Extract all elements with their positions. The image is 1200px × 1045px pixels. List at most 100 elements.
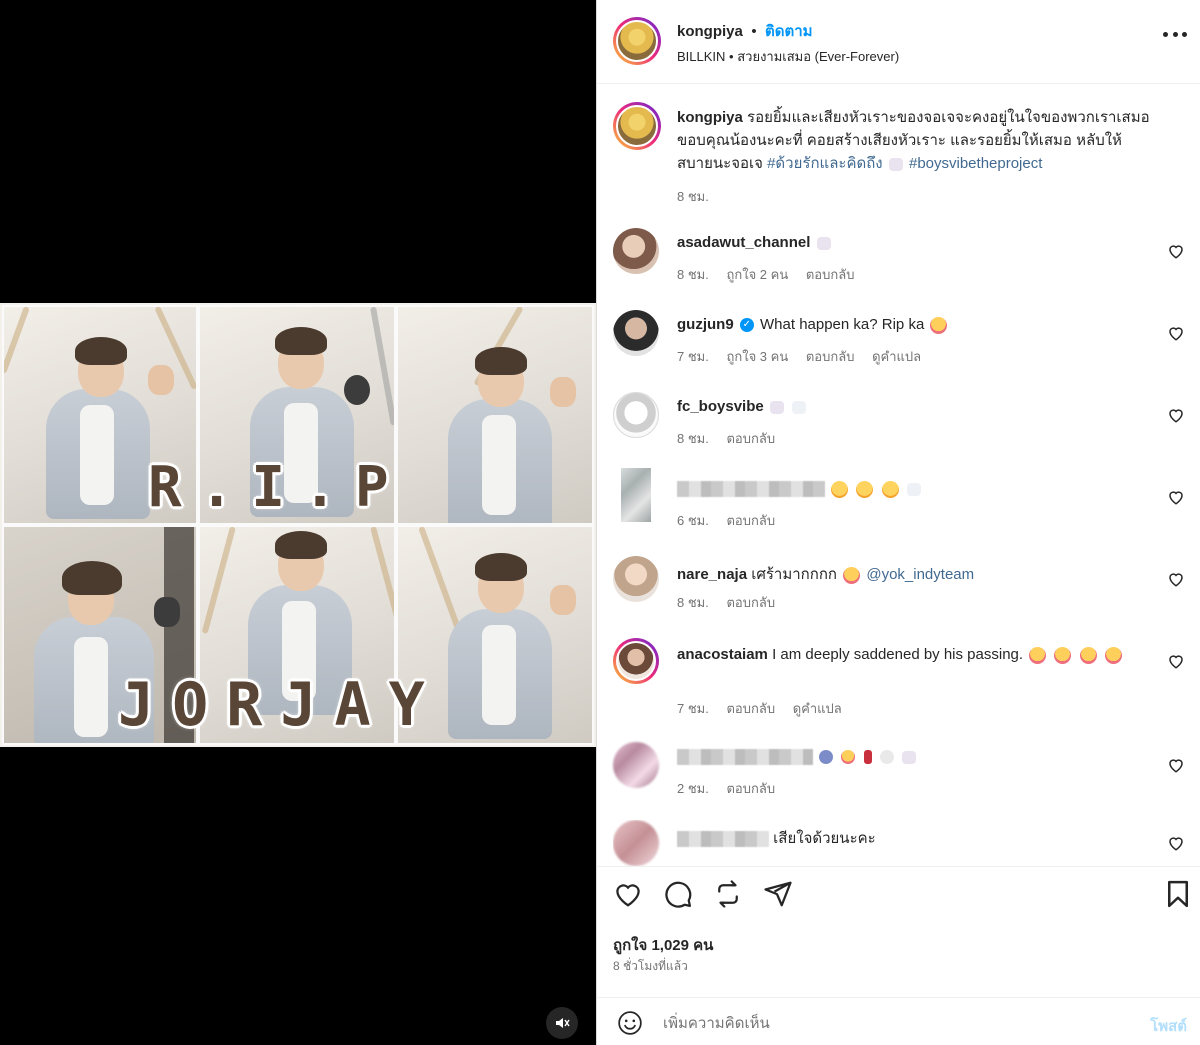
audio-artist: BILLKIN	[677, 49, 726, 64]
commenter-avatar[interactable]	[613, 820, 659, 866]
commenter-avatar[interactable]	[613, 556, 659, 602]
verified-badge-icon: ✓	[739, 318, 754, 333]
white-heart-emoji-icon	[816, 236, 831, 250]
commenter-username[interactable]: anacostaiam	[677, 646, 768, 663]
reply-button[interactable]: ตอบกลับ	[806, 267, 855, 282]
photo-tile	[396, 305, 594, 525]
comment-line: เสียใจด้วยนะคะ	[677, 826, 876, 850]
comment-item: fc_boysvibe 8 ชม. ตอบกลับ	[613, 392, 1185, 462]
white-heart-emoji-icon	[888, 157, 903, 171]
blurred-username	[677, 831, 769, 848]
author-avatar[interactable]	[613, 17, 661, 65]
like-comment-heart-icon[interactable]	[1167, 652, 1185, 670]
separator-dot: •	[751, 23, 757, 40]
commenter-avatar[interactable]	[613, 742, 659, 788]
commenter-avatar[interactable]	[621, 468, 651, 522]
post-timestamp: 8 ชั่วโมงที่แล้ว	[613, 959, 688, 973]
commenter-username[interactable]: nare_naja	[677, 566, 747, 583]
commenter-avatar[interactable]	[613, 228, 659, 274]
comment-composer: โพสต์	[597, 997, 1200, 1045]
share-send-icon[interactable]	[763, 879, 793, 909]
reply-button[interactable]: ตอบกลับ	[726, 701, 775, 716]
like-comment-heart-icon[interactable]	[1167, 324, 1185, 342]
see-translation-button[interactable]: ดูคำแปล	[793, 701, 842, 716]
speaker-muted-icon[interactable]	[546, 1007, 578, 1039]
comment-line: guzjun9 ✓ What happen ka? Rip ka	[677, 316, 949, 334]
add-comment-input[interactable]	[663, 1010, 1103, 1036]
comment-text: What happen ka? Rip ka	[760, 316, 925, 333]
comment-time: 6 ชม.	[677, 513, 709, 528]
like-comment-heart-icon[interactable]	[1167, 756, 1185, 774]
comment-likes[interactable]: ถูกใจ 3 คน	[726, 349, 788, 364]
caption-username[interactable]: kongpiya	[677, 109, 743, 126]
audio-separator: •	[729, 49, 734, 64]
hashtag-link[interactable]: #ด้วยรักและคิดถึง	[767, 155, 883, 172]
like-comment-heart-icon[interactable]	[1167, 406, 1185, 424]
comment-item: asadawut_channel 8 ชม. ถูกใจ 2 คน ตอบกลั…	[613, 228, 1185, 298]
more-options-icon[interactable]	[1163, 32, 1187, 38]
reply-button[interactable]: ตอบกลับ	[806, 349, 855, 364]
comment-item: 6 ชม. ตอบกลับ	[613, 468, 1185, 544]
commenter-username[interactable]: guzjun9	[677, 316, 734, 333]
like-comment-heart-icon[interactable]	[1167, 834, 1185, 852]
comment-meta: 8 ชม. ตอบกลับ	[677, 428, 789, 449]
follow-button[interactable]: ติดตาม	[765, 23, 813, 40]
comment-line	[677, 480, 923, 498]
emoji-smiley-icon[interactable]	[617, 1010, 643, 1036]
dove-emoji-icon	[906, 482, 921, 496]
reply-button[interactable]: ตอบกลับ	[726, 513, 775, 528]
crying-face-emoji-icon	[841, 750, 856, 765]
commenter-avatar[interactable]	[613, 392, 659, 438]
reply-button[interactable]: ตอบกลับ	[726, 595, 775, 610]
like-comment-heart-icon[interactable]	[1167, 242, 1185, 260]
comment-text: เสียใจด้วยนะคะ	[773, 830, 876, 847]
crying-face-emoji-icon	[930, 316, 948, 334]
comment-time: 8 ชม.	[677, 431, 709, 446]
author-username[interactable]: kongpiya	[677, 23, 743, 40]
comment-likes[interactable]: ถูกใจ 2 คน	[726, 267, 788, 282]
comment-item: anacostaiam I am deeply saddened by his …	[613, 638, 1185, 728]
dove-emoji-icon	[792, 400, 807, 414]
comment-time: 8 ชม.	[677, 595, 709, 610]
commenter-avatar[interactable]	[613, 638, 659, 684]
loudly-crying-emoji-icon	[1104, 646, 1122, 664]
reply-button[interactable]: ตอบกลับ	[726, 431, 775, 446]
comment-bubble-icon[interactable]	[663, 879, 693, 909]
comment-meta: 8 ชม. ตอบกลับ	[677, 592, 789, 613]
comment-line: asadawut_channel	[677, 234, 833, 251]
caption-avatar[interactable]	[613, 102, 661, 150]
white-heart-emoji-icon	[901, 750, 916, 764]
reply-button[interactable]: ตอบกลับ	[726, 781, 775, 796]
repost-icon[interactable]	[713, 879, 743, 909]
loudly-crying-emoji-icon	[1054, 646, 1072, 664]
comment-line: nare_naja เศร้ามากกกก @yok_indyteam	[677, 562, 974, 586]
dove-emoji-icon	[879, 750, 894, 765]
crying-face-emoji-icon	[881, 480, 899, 498]
post-actions: ถูกใจ 1,029 คน 8 ชั่วโมงที่แล้ว โพสต์	[597, 866, 1200, 1045]
audio-title: สวยงามเสมอ (Ever-Forever)	[737, 49, 900, 64]
see-translation-button[interactable]: ดูคำแปล	[872, 349, 921, 364]
user-mention-link[interactable]: @yok_indyteam	[866, 566, 974, 583]
loudly-crying-emoji-icon	[1029, 646, 1047, 664]
crying-face-emoji-icon	[856, 480, 874, 498]
comment-line: anacostaiam I am deeply saddened by his …	[677, 644, 1147, 666]
comment-meta: 7 ชม. ถูกใจ 3 คน ตอบกลับ ดูคำแปล	[677, 346, 935, 367]
like-comment-heart-icon[interactable]	[1167, 570, 1185, 588]
commenter-username[interactable]: asadawut_channel	[677, 234, 810, 251]
like-comment-heart-icon[interactable]	[1167, 488, 1185, 506]
audio-line[interactable]: BILLKIN • สวยงามเสมอ (Ever-Forever)	[677, 46, 899, 67]
folded-hands-emoji-icon	[819, 750, 834, 765]
comment-item: 2 ชม. ตอบกลับ	[613, 742, 1185, 812]
comment-line: fc_boysvibe	[677, 398, 808, 415]
comment-item: guzjun9 ✓ What happen ka? Rip ka 7 ชม. ถ…	[613, 310, 1185, 380]
post-comment-button[interactable]: โพสต์	[1150, 1014, 1187, 1038]
likes-count[interactable]: ถูกใจ 1,029 คน	[613, 933, 713, 957]
comment-meta: 8 ชม. ถูกใจ 2 คน ตอบกลับ	[677, 264, 868, 285]
hashtag-link[interactable]: #boysvibetheproject	[909, 155, 1042, 172]
comment-line	[677, 748, 918, 766]
save-bookmark-icon[interactable]	[1163, 879, 1193, 909]
commenter-username[interactable]: fc_boysvibe	[677, 398, 764, 415]
name-overlay-text: JORJAY	[118, 670, 443, 740]
commenter-avatar[interactable]	[613, 310, 659, 356]
like-heart-icon[interactable]	[613, 879, 643, 909]
